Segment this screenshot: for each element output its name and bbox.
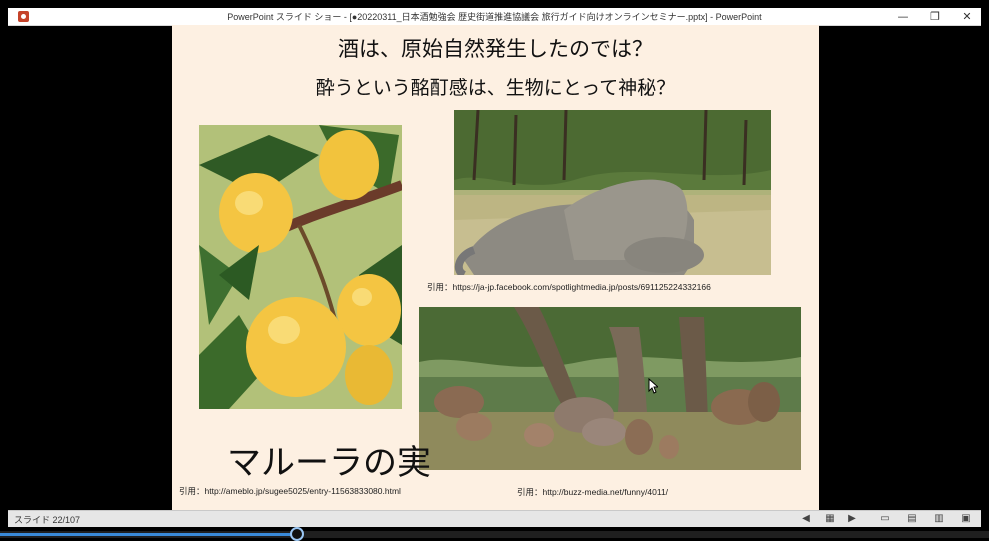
baboon-illustration <box>419 307 801 470</box>
normal-view-icon[interactable]: ▭ <box>879 513 891 525</box>
slide-progress-fill <box>0 533 297 536</box>
restore-button[interactable]: ❐ <box>920 9 950 24</box>
slide-sorter-icon[interactable]: ▤ <box>906 513 918 525</box>
reading-view-icon[interactable]: ▥ <box>933 513 945 525</box>
marula-label: マルーラの実 <box>227 443 431 483</box>
slideshow-view-icon[interactable]: ▣ <box>960 513 972 525</box>
slide-heading-1: 酒は、原始自然発生したのでは？ <box>338 37 653 61</box>
menu-icon[interactable]: ▦ <box>824 513 836 525</box>
close-button[interactable]: ✕ <box>952 9 982 24</box>
minimize-button[interactable]: — <box>888 9 918 24</box>
slide-counter: スライド 22/107 <box>14 515 81 525</box>
slide-canvas[interactable]: 酒は、原始自然発生したのでは？ 酔うという酩酊感は、生物にとって神秘？ 引用：h… <box>172 25 819 511</box>
elephant-image <box>454 110 771 275</box>
slideshow-status-bar: スライド 22/107 ◀ ▦ ▶ ▭ ▤ ▥ ▣ <box>8 510 981 527</box>
slide-heading-2: 酔うという酩酊感は、生物にとって神秘？ <box>315 77 676 99</box>
elephant-illustration <box>454 110 771 275</box>
marula-fruit-image <box>199 125 402 409</box>
marula-citation: 引用：http://ameblo.jp/sugee5025/entry-1156… <box>179 486 401 496</box>
mouse-pointer-icon <box>648 378 658 394</box>
previous-slide-icon[interactable]: ◀ <box>800 513 812 525</box>
marula-fruit-illustration <box>199 125 402 409</box>
title-bar: PowerPoint スライド ショー - [●20220311_日本酒勉強会 … <box>8 8 981 26</box>
slide-progress-handle[interactable] <box>290 527 304 541</box>
baboon-image <box>419 307 801 470</box>
window-title: PowerPoint スライド ショー - [●20220311_日本酒勉強会 … <box>227 12 762 22</box>
elephant-citation: 引用：https://ja-jp.facebook.com/spotlightm… <box>427 282 711 292</box>
next-slide-icon[interactable]: ▶ <box>846 513 858 525</box>
baboon-citation: 引用：http://buzz-media.net/funny/4011/ <box>517 487 669 497</box>
